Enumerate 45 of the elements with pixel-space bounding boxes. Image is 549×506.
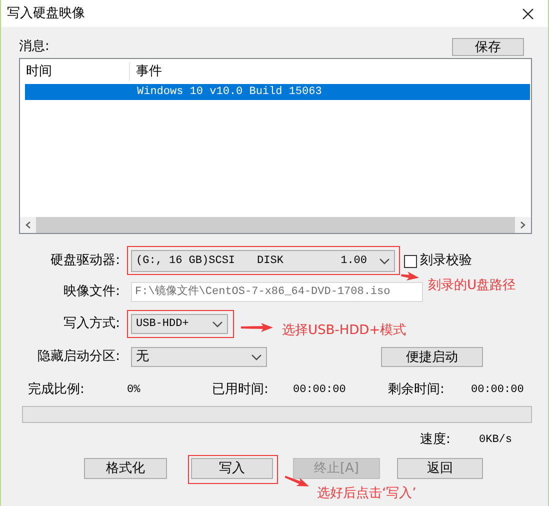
stat-value: 00:00:00 — [471, 382, 524, 398]
dialog-button[interactable]: 写入 — [191, 458, 273, 479]
stat-label: 剩余时间: — [388, 381, 446, 400]
annotation-text: 选好后点击‘写入’ — [317, 485, 416, 503]
field-label: 映像文件: — [62, 283, 121, 302]
write-mode-dropdown[interactable]: USB-HDD+ — [131, 314, 228, 334]
drive-type: DISK — [257, 254, 284, 269]
dialog-button[interactable]: 返回 — [397, 458, 483, 479]
message-row[interactable]: Windows 10 v10.0 Build 15063 — [25, 84, 530, 100]
verify-label: 刻录校验 — [420, 252, 472, 270]
quick-boot-button[interactable]: 便捷启动 — [381, 347, 483, 367]
stat-value: 0% — [127, 382, 140, 398]
annotation-text: 刻录的U盘路径 — [428, 277, 516, 295]
drive-dropdown[interactable]: (G:, 16 GB)SCSI DISK 1.00 — [131, 250, 395, 272]
dropdown-value: USB-HDD+ — [136, 316, 189, 332]
field-label: 硬盘驱动器: — [50, 252, 121, 270]
messages-label: 消息: — [19, 38, 50, 56]
save-button[interactable]: 保存 — [452, 38, 524, 56]
field-label: 隐藏启动分区: — [36, 348, 121, 366]
drive-name: (G:, 16 GB)SCSI — [136, 254, 236, 269]
chevron-down-icon — [379, 258, 390, 264]
horizontal-scrollbar[interactable] — [20, 217, 531, 233]
annotation-text: 选择USB-HDD+模式 — [282, 322, 406, 340]
arrow-icon — [241, 323, 273, 332]
verify-checkbox[interactable] — [404, 254, 417, 268]
scroll-left-icon[interactable] — [25, 221, 31, 229]
scroll-right-icon[interactable] — [520, 221, 526, 229]
stat-value: 00:00:00 — [293, 382, 346, 398]
chevron-down-icon — [212, 320, 223, 328]
stat-label: 完成比例: — [28, 381, 86, 400]
chevron-down-icon — [251, 354, 262, 360]
hidden-partition-dropdown[interactable]: 无 — [131, 347, 267, 367]
column-header[interactable]: 事件 — [130, 62, 162, 82]
field-label: 写入方式: — [62, 315, 121, 334]
drive-version: 1.00 — [340, 254, 367, 269]
window-title: 写入硬盘映像 — [7, 4, 85, 23]
close-icon[interactable] — [522, 8, 534, 20]
dropdown-value: 无 — [136, 348, 149, 366]
column-header[interactable]: 时间 — [20, 62, 130, 82]
speed-value: 0KB/s — [479, 432, 512, 448]
speed-label: 速度: — [420, 431, 452, 450]
image-file-field[interactable]: F:\镜像文件\CentOS-7-x86_64-DVD-1708.iso — [131, 282, 423, 302]
stat-label: 已用时间: — [212, 381, 270, 400]
dialog-button[interactable]: 格式化 — [84, 458, 167, 479]
arrow-icon — [400, 270, 420, 282]
